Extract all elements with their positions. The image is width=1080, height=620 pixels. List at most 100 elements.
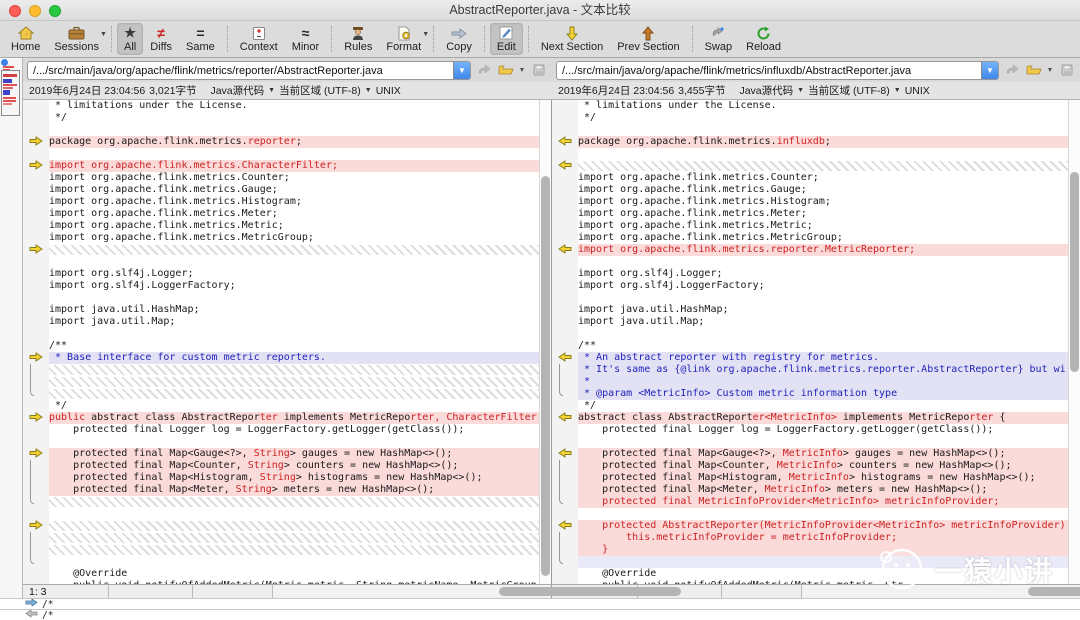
right-file-type[interactable]: Java源代码 [739,83,793,98]
code-line-row: import org.apache.flink.metrics.Metric; [23,220,539,232]
toolbar-button-format[interactable]: Format ▼ [379,23,429,55]
left-horizontal-scrollbar[interactable] [273,585,681,598]
right-save-icon[interactable] [1057,61,1076,79]
toolbar: Home Sessions ▼ ★ All ≠ Diffs = Same Context ≈ Mino… [0,21,1080,58]
code-line-row: */ [23,400,539,412]
diff-gutter [23,316,49,328]
left-save-icon[interactable] [529,61,548,79]
close-window-button[interactable] [9,5,21,17]
minimap-position-dot [1,59,8,66]
toolbar-button-all[interactable]: ★ All [116,23,144,55]
toolbar-button-prev-section[interactable]: Prev Section [610,23,686,55]
code-line: import org.apache.flink.metrics.Characte… [49,160,539,172]
code-line: import java.util.HashMap; [49,304,200,315]
toolbar-button-label: All [123,41,137,53]
code-line-row [552,508,1068,520]
left-status-bar: 1: 3 [23,585,681,598]
diff-gutter [23,244,49,256]
toolbar-button-copy[interactable]: Copy [439,23,479,55]
toolbar-button-same[interactable]: = Same [179,23,222,55]
code-line: /** [49,340,68,351]
left-folder-dropdown-icon[interactable]: ▼ [518,61,526,79]
code-line-row: import org.slf4j.LoggerFactory; [552,280,1068,292]
code-line-row: protected final Map<Counter, String> cou… [23,460,539,472]
right-scrollbar-thumb[interactable] [1070,172,1079,372]
diff-gutter [552,388,578,400]
code-line: protected final Map<Counter, String> cou… [49,460,539,472]
right-folder-dropdown-icon[interactable]: ▼ [1046,61,1054,79]
code-line: import org.slf4j.LoggerFactory; [578,280,765,291]
right-path-combo[interactable]: /.../src/main/java/org/apache/flink/metr… [556,60,999,80]
left-file-encoding[interactable]: 当前区域 (UTF-8) [279,83,361,98]
code-line-row [23,148,539,160]
toolbar-button-label: Copy [446,41,472,53]
left-open-folder-icon[interactable] [496,61,515,79]
diff-gutter [23,220,49,232]
toolbar-button-diffs[interactable]: ≠ Diffs [143,23,179,55]
diff-gutter [552,568,578,580]
left-jump-icon[interactable] [474,61,493,79]
right-horizontal-scrollbar[interactable] [802,585,1080,598]
code-line: protected final Logger log = LoggerFacto… [578,424,994,435]
left-file-type-dropdown-icon[interactable]: ▼ [268,87,275,94]
right-file-path[interactable]: /.../src/main/java/org/apache/flink/metr… [557,62,981,79]
toolbar-button-minor[interactable]: ≈ Minor [285,23,327,55]
left-arrow-icon[interactable] [25,609,38,620]
diff-minimap[interactable] [0,58,23,598]
right-vertical-scrollbar[interactable] [1068,100,1080,584]
minimap-diff-mark [3,66,14,68]
left-file-path[interactable]: /.../src/main/java/org/apache/flink/metr… [28,62,453,79]
diff-gutter [23,100,49,112]
diff-gutter [23,292,49,304]
path-row: /.../src/main/java/org/apache/flink/metr… [23,58,1080,82]
left-code-editor[interactable]: * limitations under the License. */ packa… [23,100,539,584]
code-line-row: import java.util.HashMap; [23,304,539,316]
right-code-editor[interactable]: * limitations under the License. */ packa… [552,100,1068,584]
toolbar-button-home[interactable]: Home [4,23,47,55]
minimap-viewport[interactable] [1,70,20,116]
diff-gutter [23,328,49,340]
left-scrollbar-thumb[interactable] [541,176,550,576]
toolbar-button-edit[interactable]: Edit [489,23,523,55]
toolbar-button-reload[interactable]: Reload [739,23,788,55]
toolbar-button-rules[interactable]: Rules [337,23,379,55]
right-hscrollbar-thumb[interactable] [1028,587,1080,596]
right-file-encoding[interactable]: 当前区域 (UTF-8) [808,83,890,98]
toolbar-button-swap[interactable]: Swap [698,23,740,55]
left-encoding-dropdown-icon[interactable]: ▼ [365,87,372,94]
right-code-pane: * limitations under the License. */ packa… [552,100,1080,584]
diff-gutter [552,268,578,280]
code-line-row: protected final Map<Meter, String> meter… [23,484,539,496]
toolbar-button-next-section[interactable]: Next Section [534,23,610,55]
missing-lines-hatch [49,245,539,255]
right-open-folder-icon[interactable] [1024,61,1043,79]
right-path-dropdown-icon[interactable]: ▼ [981,61,998,79]
minimize-window-button[interactable] [29,5,41,17]
left-line-ending: UNIX [375,84,401,97]
code-line: import org.apache.flink.metrics.Gauge; [578,184,807,195]
code-line: * @param <MetricInfo> Custom metric info… [578,388,1068,400]
toolbar-button-sessions[interactable]: Sessions ▼ [47,23,107,55]
code-line-row: */ [552,400,1068,412]
left-path-dropdown-icon[interactable]: ▼ [453,61,470,79]
diff-gutter [23,280,49,292]
code-line-row: import org.apache.flink.metrics.Meter; [552,208,1068,220]
chevron-down-icon[interactable]: ▼ [422,31,429,38]
code-line-row: import java.util.HashMap; [552,304,1068,316]
toolbar-button-context[interactable]: Context [233,23,285,55]
left-file-type[interactable]: Java源代码 [210,83,264,98]
right-jump-icon[interactable] [1002,61,1021,79]
zoom-window-button[interactable] [49,5,61,17]
diff-gutter [23,352,49,364]
left-hscrollbar-thumb[interactable] [499,587,681,596]
code-line-row: protected final Map<Histogram, String> h… [23,472,539,484]
diff-gutter [552,112,578,124]
right-encoding-dropdown-icon[interactable]: ▼ [894,87,901,94]
left-path-combo[interactable]: /.../src/main/java/org/apache/flink/metr… [27,60,471,80]
right-file-type-dropdown-icon[interactable]: ▼ [797,87,804,94]
left-vertical-scrollbar[interactable] [539,100,551,584]
code-line: * [578,376,1068,388]
diff-gutter [552,256,578,268]
chevron-down-icon[interactable]: ▼ [100,31,107,38]
